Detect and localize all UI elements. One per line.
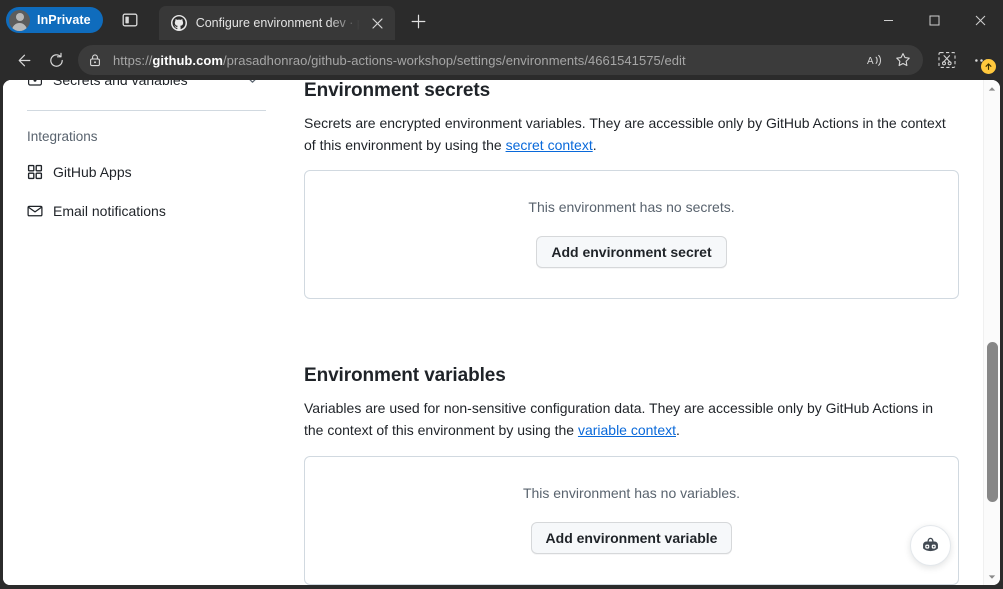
tab-close-button[interactable] [367,12,389,34]
chevron-down-icon [246,80,258,86]
desc-text-part2: . [593,137,597,153]
environment-variables-description: Variables are used for non-sensitive con… [304,398,952,441]
page-content: Secrets and variables Integrations [3,80,983,585]
apps-grid-icon [27,164,43,180]
read-aloud-icon: A [867,52,884,69]
tab-strip: InPrivate Configure environment dev · pr… [0,0,1003,40]
section-spacer [304,299,959,365]
screenshot-button[interactable] [931,44,963,76]
back-arrow-icon [14,52,31,69]
scrollbar-thumb[interactable] [987,342,998,502]
profile-avatar-icon [9,10,30,31]
key-icon [27,80,43,88]
refresh-icon [48,52,65,69]
maximize-icon [929,15,940,26]
secret-context-link[interactable]: secret context [506,137,593,153]
minimize-icon [883,15,894,26]
variables-empty-text: This environment has no variables. [321,485,942,501]
update-badge-icon [981,59,996,74]
environment-secrets-section: Environment secrets Secrets are encrypte… [304,80,959,299]
desc-text-part2: . [676,422,680,438]
close-window-button[interactable] [957,0,1003,40]
address-bar[interactable]: https://github.com/prasadhonrao/github-a… [78,45,923,75]
sidebar-item-github-apps[interactable]: GitHub Apps [19,156,266,188]
add-environment-variable-button[interactable]: Add environment variable [531,522,733,554]
variables-empty-state-box: This environment has no variables. Add e… [304,456,959,585]
split-screen-icon [122,12,138,28]
sidebar-item-secrets-and-variables[interactable]: Secrets and variables [19,80,266,96]
close-icon [975,15,986,26]
inprivate-label: InPrivate [37,13,91,27]
sidebar-item-label: Secrets and variables [53,80,236,88]
url-text[interactable]: https://github.com/prasadhonrao/github-a… [108,53,861,68]
scroll-up-button[interactable] [984,80,1001,97]
site-info-button[interactable] [82,47,108,73]
environment-secrets-title: Environment secrets [304,80,959,102]
screenshot-scissors-icon [937,50,957,70]
plus-icon [411,14,426,29]
url-domain: github.com [152,53,223,68]
window-controls [865,0,1003,40]
sidebar-item-email-notifications[interactable]: Email notifications [19,195,266,227]
settings-sidebar: Secrets and variables Integrations [3,80,282,585]
star-icon [895,52,911,68]
github-icon [171,15,187,31]
inprivate-profile-button[interactable]: InPrivate [6,7,103,33]
sidebar-divider [27,110,266,111]
settings-and-more-button[interactable] [965,44,997,76]
desc-text-part1: Secrets are encrypted environment variab… [304,115,946,153]
vertical-scrollbar[interactable] [983,80,1000,585]
back-button[interactable] [6,44,38,76]
environment-variables-title: Environment variables [304,365,959,387]
close-icon [372,18,383,29]
url-path: /prasadhonrao/github-actions-workshop/se… [223,53,686,68]
sidebar-item-label: Email notifications [53,203,258,219]
maximize-button[interactable] [911,0,957,40]
svg-text:A: A [867,55,874,66]
environment-secrets-description: Secrets are encrypted environment variab… [304,113,952,156]
url-scheme: https:// [113,53,152,68]
copilot-button[interactable] [910,525,951,566]
browser-tab[interactable]: Configure environment dev · pras [159,6,395,40]
browser-window: InPrivate Configure environment dev · pr… [0,0,1003,589]
split-screen-button[interactable] [115,5,145,35]
copilot-icon [920,535,941,556]
chevron-up-icon [988,85,996,93]
sidebar-item-label: GitHub Apps [53,164,258,180]
chevron-down-icon [988,573,996,581]
environment-variables-section: Environment variables Variables are used… [304,365,959,584]
scroll-down-button[interactable] [984,568,1001,585]
read-aloud-button[interactable]: A [861,46,889,74]
tab-title: Configure environment dev · pras [196,16,365,30]
add-environment-secret-button[interactable]: Add environment secret [536,236,726,268]
scrollbar-track[interactable] [984,97,1000,568]
lock-icon [88,53,102,67]
variable-context-link[interactable]: variable context [578,422,676,438]
add-favorite-button[interactable] [889,46,917,74]
sidebar-list: GitHub Apps Email notifications [27,156,266,227]
main-content: Environment secrets Secrets are encrypte… [282,80,983,585]
mail-icon [27,203,43,219]
page-viewport: Secrets and variables Integrations [3,80,1000,585]
minimize-button[interactable] [865,0,911,40]
refresh-button[interactable] [40,44,72,76]
secrets-empty-state-box: This environment has no secrets. Add env… [304,170,959,299]
up-arrow-icon [984,62,993,71]
new-tab-button[interactable] [404,6,434,36]
secrets-empty-text: This environment has no secrets. [321,199,942,215]
sidebar-section-heading: Integrations [27,129,266,144]
browser-toolbar: https://github.com/prasadhonrao/github-a… [0,40,1003,80]
